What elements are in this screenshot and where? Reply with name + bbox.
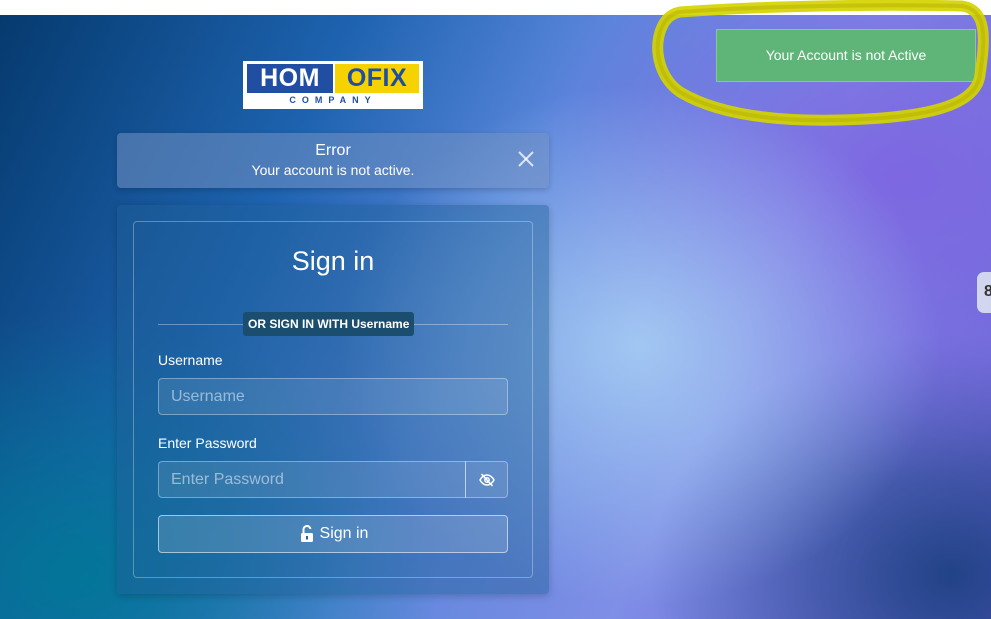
signin-button[interactable]: Sign in xyxy=(158,515,508,553)
username-label: Username xyxy=(158,352,223,368)
logo-hom-text: HOM xyxy=(247,64,333,93)
eye-slash-icon xyxy=(479,473,495,487)
close-icon[interactable] xyxy=(515,148,537,170)
top-strip xyxy=(0,0,991,15)
login-form: Sign in OR SIGN IN WITH Username Usernam… xyxy=(133,221,533,578)
side-tab[interactable]: 8 xyxy=(977,272,991,313)
login-card: Sign in OR SIGN IN WITH Username Usernam… xyxy=(117,205,549,594)
side-tab-glyph: 8 xyxy=(984,283,991,300)
toast-notification: Your Account is not Active xyxy=(716,29,976,82)
alert-message: Your account is not active. xyxy=(251,162,415,178)
logo-company-text: COMPANY xyxy=(289,95,377,105)
signin-heading: Sign in xyxy=(291,246,375,276)
signin-button-label: Sign in xyxy=(319,525,369,542)
company-logo: HOM OFIX COMPANY xyxy=(243,61,423,109)
divider-label: OR SIGN IN WITH Username xyxy=(243,312,415,336)
username-input[interactable] xyxy=(158,378,508,415)
error-alert: Error Your account is not active. xyxy=(117,133,549,188)
alert-title: Error xyxy=(315,142,351,159)
password-input[interactable] xyxy=(158,461,466,498)
unlock-icon xyxy=(300,525,313,542)
logo-ofix-text: OFIX xyxy=(335,64,419,93)
password-visibility-toggle[interactable] xyxy=(465,461,508,498)
password-label: Enter Password xyxy=(158,435,257,451)
